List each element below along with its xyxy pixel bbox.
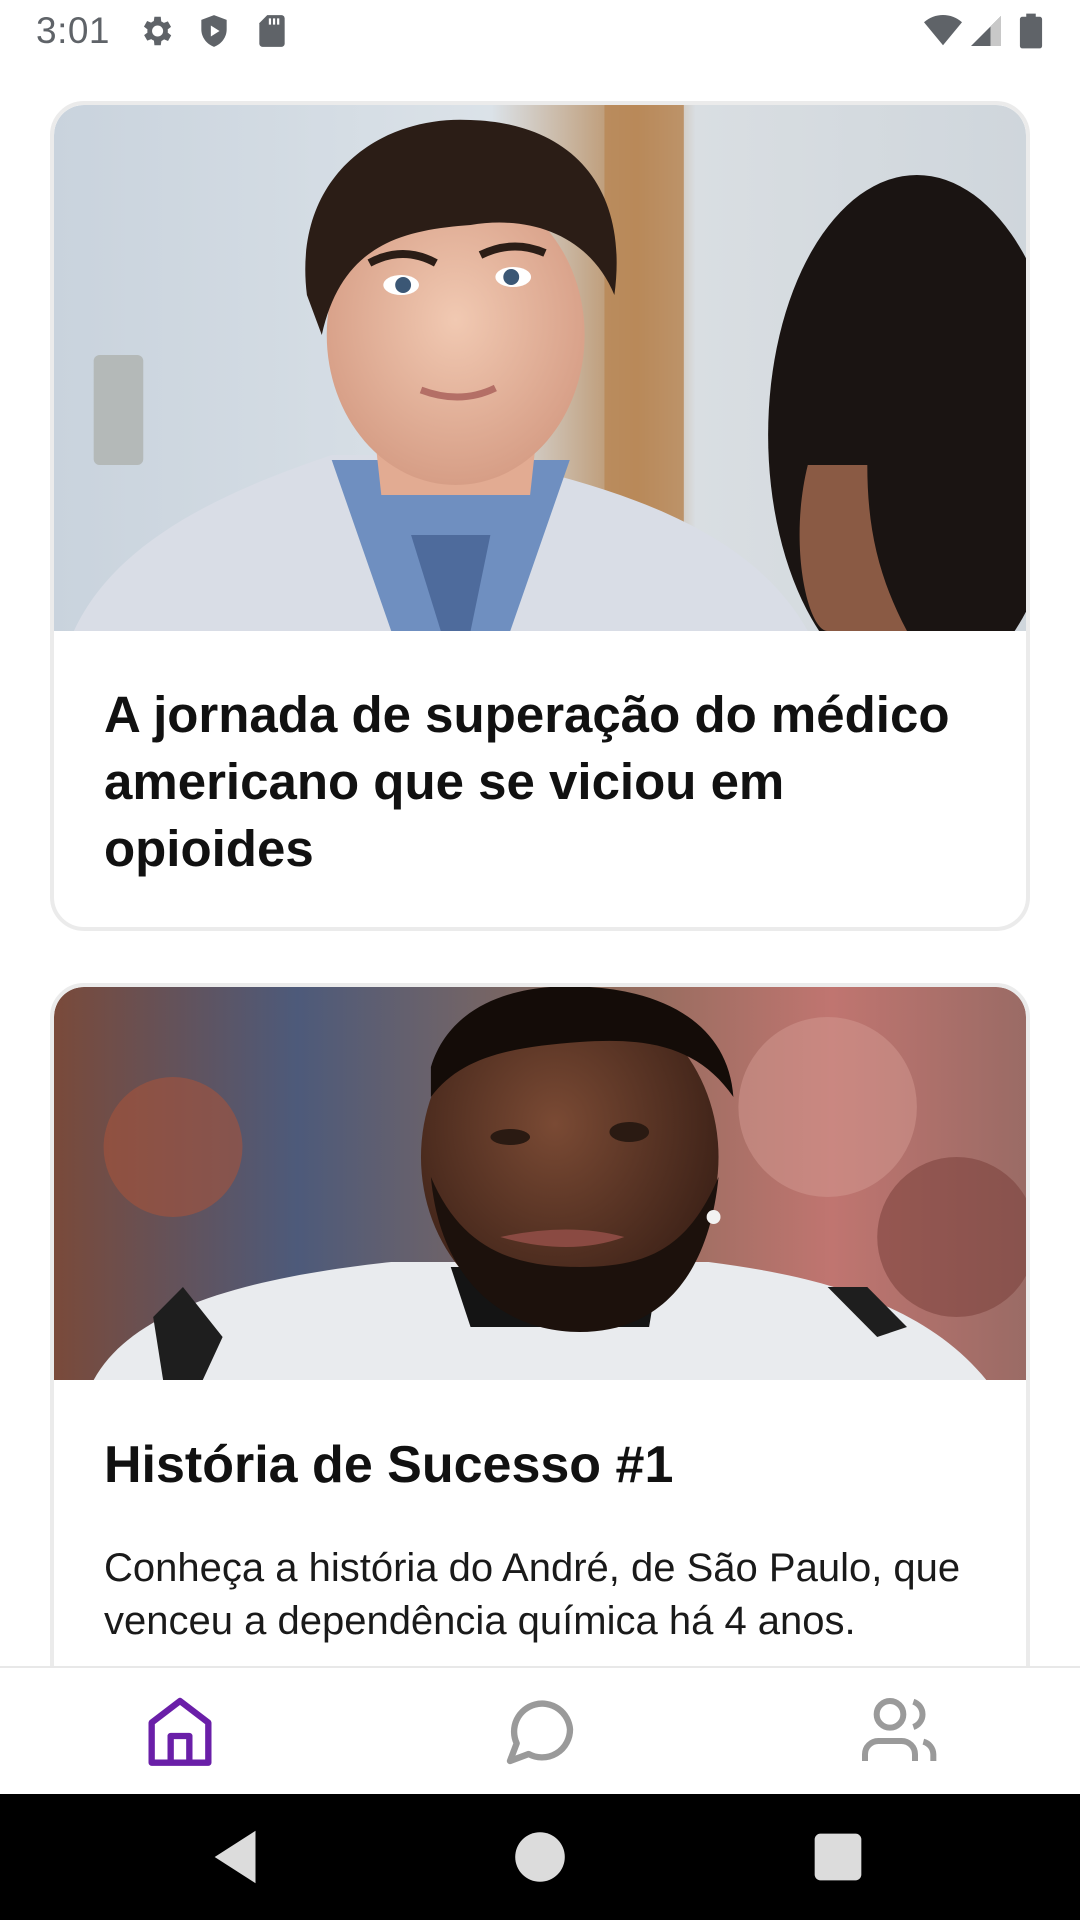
nav-community[interactable] [720,1668,1080,1794]
shield-play-icon [195,12,233,50]
sd-card-icon [253,12,291,50]
home-circle-icon[interactable] [505,1822,575,1892]
users-icon [862,1698,937,1761]
recents-square-icon[interactable] [803,1822,873,1892]
settings-icon [137,12,175,50]
article-card[interactable]: A jornada de superação do médico america… [50,101,1030,931]
back-icon[interactable] [203,1822,273,1892]
home-icon [148,1697,212,1766]
cell-signal-icon [968,12,1004,50]
battery-icon [1016,12,1046,50]
wifi-icon [922,12,964,50]
status-time: 3:01 [36,10,111,51]
article-image-athlete[interactable] [54,987,1026,1380]
article-image-doctor[interactable] [54,105,1026,631]
nav-home[interactable] [0,1668,360,1794]
news-feed[interactable]: A jornada de superação do médico america… [0,63,1080,1666]
chat-bubble-icon [506,1700,574,1765]
story-description: Conheça a história do André, de São Paul… [104,1546,961,1643]
story-card[interactable]: História de Sucesso #1 Conheça a históri… [50,983,1030,1666]
nav-chat[interactable] [360,1668,720,1794]
story-title[interactable]: História de Sucesso #1 [54,1432,1026,1498]
article-title[interactable]: A jornada de superação do médico america… [54,681,1026,882]
status-bar: 3:01 [0,0,1080,63]
bottom-navigation [0,1666,1080,1794]
system-navigation-bar [0,1794,1080,1920]
